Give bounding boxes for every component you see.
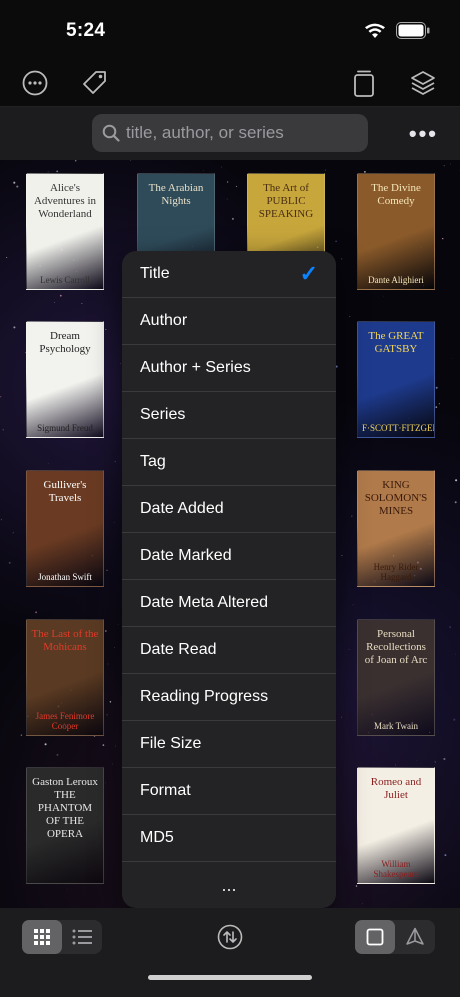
sort-option[interactable]: Date Read — [122, 627, 336, 674]
book-title: The Arabian Nights — [148, 182, 204, 207]
list-icon — [72, 929, 92, 945]
book-cover[interactable]: Alice's Adventures in Wonderland Lewis Ca… — [26, 173, 104, 290]
sort-option-label: Series — [140, 406, 186, 423]
book-title: The Last of the Mohicans — [31, 628, 99, 653]
top-toolbar — [0, 60, 460, 106]
square-icon — [366, 928, 384, 946]
book-cover[interactable]: Romeo and Juliet William Shakespeare — [357, 767, 435, 884]
search-field[interactable] — [92, 114, 368, 152]
book-author: Dante Alighieri — [368, 275, 424, 285]
book-author: James Fenimore Cooper — [35, 711, 95, 731]
battery-icon — [396, 22, 430, 39]
sort-option-label: Date Added — [140, 500, 224, 517]
sort-arrows-icon — [217, 924, 243, 950]
sort-button[interactable] — [217, 924, 243, 950]
book-cover[interactable]: Gaston Leroux THE PHANTOM OF THE OPERA — [26, 767, 104, 884]
layers-icon[interactable] — [406, 66, 440, 100]
book-title: KING SOLOMON'S MINES — [364, 479, 428, 517]
home-indicator — [148, 975, 312, 980]
grid-icon — [34, 929, 50, 945]
sort-option[interactable]: Date Added — [122, 486, 336, 533]
tag-icon[interactable] — [78, 66, 112, 100]
book-title: Romeo and Juliet — [370, 776, 422, 801]
sort-option-label: File Size — [140, 735, 202, 752]
book-cover[interactable]: The Divine Comedy Dante Alighieri — [357, 173, 435, 290]
bottom-toolbar — [0, 908, 460, 997]
book-title: Personal Recollections of Joan of Arc — [364, 628, 428, 666]
sort-option-label: Format — [140, 782, 191, 799]
sort-option[interactable]: Date Meta Altered — [122, 580, 336, 627]
sort-option[interactable]: Author + Series — [122, 345, 336, 392]
system-icons — [364, 22, 430, 39]
book-title: The Divine Comedy — [371, 182, 421, 207]
sort-option[interactable]: Title ✓ — [122, 251, 336, 298]
book-author: F·SCOTT·FITZGERALD — [362, 423, 434, 433]
book-cover[interactable]: The GREAT GATSBY F·SCOTT·FITZGERALD — [357, 321, 435, 438]
book-cover[interactable]: KING SOLOMON'S MINES Henry Rider Haggard — [357, 470, 435, 587]
sort-option-label: Author — [140, 312, 188, 329]
sort-option[interactable]: Reading Progress — [122, 674, 336, 721]
book-author: Jonathan Swift — [38, 572, 92, 582]
wifi-icon — [365, 23, 385, 38]
sort-option[interactable]: Format — [122, 768, 336, 815]
book-cover[interactable]: Gulliver's Travels Jonathan Swift — [26, 470, 104, 587]
sort-option-label: Date Read — [140, 641, 217, 658]
status-bar: 5:24 — [0, 0, 460, 60]
book-cover[interactable]: The Last of the Mohicans James Fenimore C… — [26, 619, 104, 736]
book-title: Alice's Adventures in Wonderland — [33, 182, 96, 220]
book-cover[interactable]: Dream Psychology Sigmund Freud — [26, 321, 104, 438]
book-author: Henry Rider Haggard — [373, 562, 419, 582]
sort-option[interactable]: MD5 — [122, 815, 336, 862]
sort-option-label: Date Meta Altered — [140, 594, 269, 611]
square-display-button[interactable] — [355, 920, 395, 954]
book-title: The Art of PUBLIC SPEAKING — [258, 182, 314, 220]
search-row: ••• — [0, 106, 460, 160]
sort-option[interactable]: Author — [122, 298, 336, 345]
more-options-icon[interactable]: ••• — [409, 121, 438, 147]
search-input[interactable] — [126, 123, 356, 143]
search-icon — [102, 124, 120, 142]
sort-menu: Title ✓ Author Author + Series Series Tag Date… — [122, 251, 336, 908]
display-mode-segmented-control — [355, 920, 435, 954]
book-author: William Shakespeare — [373, 859, 419, 879]
list-view-button[interactable] — [62, 920, 102, 954]
sort-option[interactable]: Tag — [122, 439, 336, 486]
sort-menu-list: Title ✓ Author Author + Series Series Tag Date… — [122, 251, 336, 862]
sort-option-label: Reading Progress — [140, 688, 269, 705]
status-time: 5:24 — [66, 20, 106, 41]
book-title: Gaston Leroux THE PHANTOM OF THE OPERA — [32, 776, 98, 840]
sort-option-label: MD5 — [140, 829, 174, 846]
checkmark-icon: ✓ — [299, 261, 318, 286]
book-title: The GREAT GATSBY — [368, 330, 424, 355]
book-author: Mark Twain — [374, 721, 418, 731]
sort-option[interactable]: Date Marked — [122, 533, 336, 580]
ellipsis-circle-icon[interactable] — [18, 66, 52, 100]
sort-option-label: Tag — [140, 453, 166, 470]
stack-icon[interactable] — [347, 66, 381, 100]
grid-view-button[interactable] — [22, 920, 62, 954]
book-title: Gulliver's Travels — [43, 479, 87, 504]
perspective-icon — [406, 927, 424, 945]
sort-option[interactable]: Series — [122, 392, 336, 439]
book-author: Sigmund Freud — [37, 423, 93, 433]
sort-menu-more[interactable]: ... — [122, 862, 336, 908]
book-title: Dream Psychology — [39, 330, 91, 355]
book-cover[interactable]: Personal Recollections of Joan of Arc Mar… — [357, 619, 435, 736]
sort-option-label: Date Marked — [140, 547, 232, 564]
sort-option-label: Author + Series — [140, 359, 251, 376]
view-mode-segmented-control — [22, 920, 102, 954]
perspective-display-button[interactable] — [395, 920, 435, 954]
sort-option[interactable]: File Size — [122, 721, 336, 768]
sort-option-label: Title — [140, 265, 170, 282]
book-author: Lewis Carroll — [40, 275, 90, 285]
